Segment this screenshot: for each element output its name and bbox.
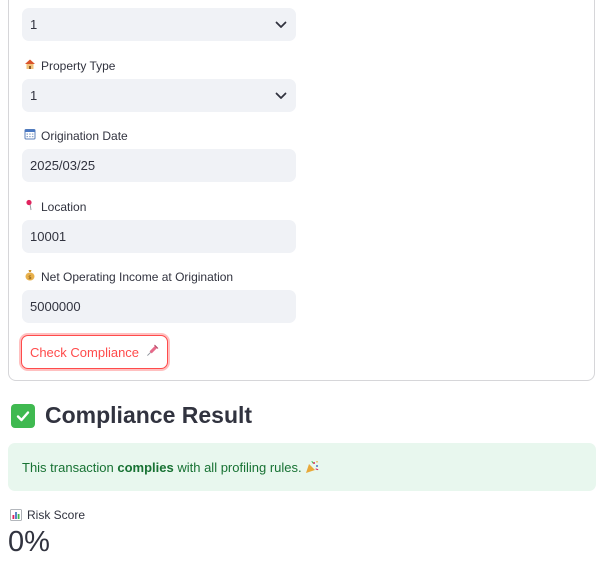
- top-select[interactable]: 1: [22, 8, 296, 41]
- noi-input[interactable]: 5000000: [22, 290, 296, 323]
- property-type-select[interactable]: 1: [22, 79, 296, 112]
- property-type-value: 1: [30, 88, 38, 103]
- top-select-value: 1: [30, 17, 38, 32]
- check-compliance-button[interactable]: Check Compliance: [21, 335, 168, 369]
- property-type-label: Property Type: [41, 58, 116, 73]
- pin-icon: [24, 199, 36, 214]
- risk-score-label: Risk Score: [27, 508, 86, 522]
- origination-date-label: Origination Date: [41, 128, 128, 143]
- alert-text-prefix: This transaction: [22, 459, 118, 475]
- alert-text-bold: complies: [117, 459, 174, 475]
- bar-chart-icon: [10, 509, 22, 521]
- svg-text:$: $: [28, 275, 32, 281]
- risk-score-label-row: Risk Score: [10, 508, 85, 522]
- noi-label-row: $ Net Operating Income at Origination: [24, 269, 233, 284]
- origination-date-label-row: Origination Date: [24, 128, 128, 143]
- noi-value: 5000000: [30, 299, 81, 314]
- location-value: 10001: [30, 229, 67, 244]
- page: 1 Property Type 1 Origination Date 2025/…: [0, 0, 602, 578]
- money-bag-icon: $: [24, 269, 36, 284]
- location-input[interactable]: 10001: [22, 220, 296, 253]
- noi-label: Net Operating Income at Origination: [41, 269, 234, 284]
- alert-text-suffix: with all profiling rules.: [173, 459, 306, 475]
- origination-date-value: 2025/03/25: [30, 158, 96, 173]
- success-alert: This transaction complies with all profi…: [8, 443, 596, 491]
- house-icon: [24, 58, 36, 73]
- origination-date-input[interactable]: 2025/03/25: [22, 149, 296, 182]
- risk-score-value: 0%: [8, 526, 50, 558]
- check-mark-icon: [11, 403, 35, 428]
- chevron-down-icon: [274, 18, 288, 32]
- check-compliance-label: Check Compliance: [29, 344, 140, 360]
- location-label-row: Location: [24, 199, 86, 214]
- result-heading: Compliance Result: [11, 402, 252, 429]
- party-popper-icon: [305, 460, 319, 474]
- syringe-icon: [145, 344, 159, 361]
- calendar-icon: [24, 128, 36, 143]
- property-type-label-row: Property Type: [24, 58, 115, 73]
- result-title: Compliance Result: [45, 402, 253, 428]
- chevron-down-icon: [274, 89, 288, 103]
- location-label: Location: [41, 199, 87, 214]
